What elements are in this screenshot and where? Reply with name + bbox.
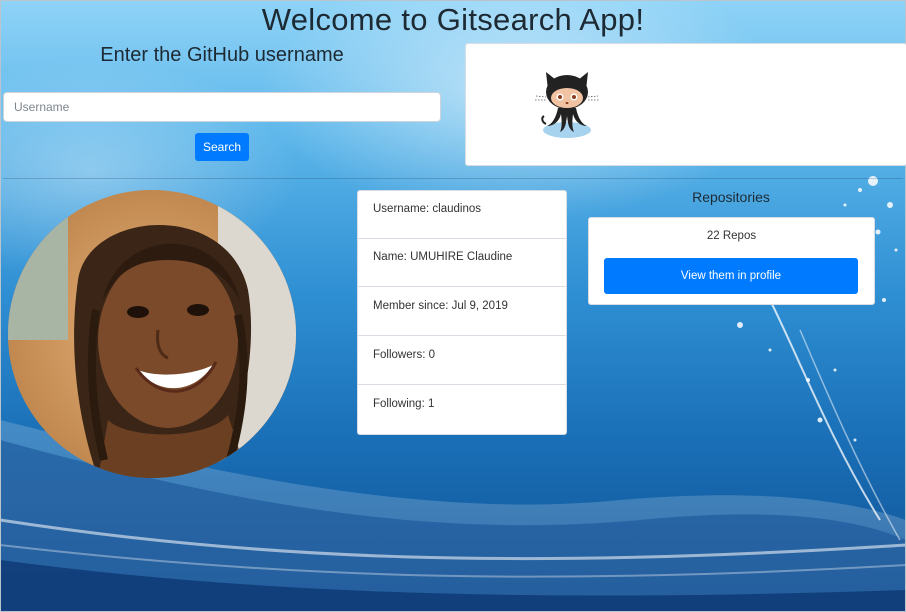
avatar (8, 190, 296, 478)
section-divider (3, 178, 903, 179)
search-heading: Enter the GitHub username (100, 44, 344, 66)
name-row: Name: UMUHIRE Claudine (358, 239, 566, 287)
profile-info-card: Username: claudinos Name: UMUHIRE Claudi… (357, 190, 567, 435)
followers-row: Followers: 0 (358, 337, 566, 385)
username-input[interactable] (3, 92, 441, 122)
page-title: Welcome to Gitsearch App! (261, 2, 645, 37)
repo-count: 22 Repos (706, 230, 757, 242)
repositories-heading: Repositories (692, 189, 770, 205)
logo-card (465, 43, 906, 166)
search-button[interactable]: Search (195, 133, 249, 161)
username-row: Username: claudinos (358, 191, 566, 239)
view-profile-button[interactable]: View them in profile (604, 258, 858, 294)
repositories-card: 22 Repos View them in profile (588, 217, 875, 305)
following-row: Following: 1 (373, 398, 435, 410)
octocat-icon (535, 72, 599, 138)
member-since-row: Member since: Jul 9, 2019 (358, 288, 566, 336)
